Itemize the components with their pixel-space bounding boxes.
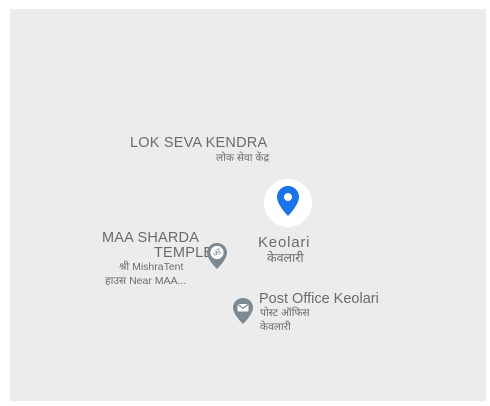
location-pin-icon[interactable] [276,185,300,217]
place-label-lok-seva-kendra-hindi: लोक सेवा केंद्र [216,152,270,164]
place-label-maa-sharda-line3: श्री MishraTent [119,261,184,273]
place-label-maa-sharda-line4: हाउस Near MAA... [105,275,187,287]
svg-text:ॐ: ॐ [213,248,221,259]
place-label-post-office[interactable]: Post Office Keolari [259,291,379,307]
place-label-maa-sharda-line1[interactable]: MAA SHARDA [102,230,199,246]
map-frame: LOK SEVA KENDRA लोक सेवा केंद्र Keolari … [0,0,490,406]
place-label-maa-sharda-line2[interactable]: TEMPLE [154,245,213,261]
place-label-post-office-hindi-1: पोस्ट ऑफिस [260,307,310,319]
place-label-post-office-hindi-2: केवलारी [260,321,291,333]
place-label-keolari[interactable]: Keolari [258,235,310,251]
om-icon[interactable]: ॐ [206,242,228,270]
place-label-lok-seva-kendra[interactable]: LOK SEVA KENDRA [130,135,267,151]
mail-icon[interactable] [232,297,254,325]
place-label-keolari-hindi: केवलारी [267,251,304,265]
map-canvas[interactable]: LOK SEVA KENDRA लोक सेवा केंद्र Keolari … [10,9,486,401]
